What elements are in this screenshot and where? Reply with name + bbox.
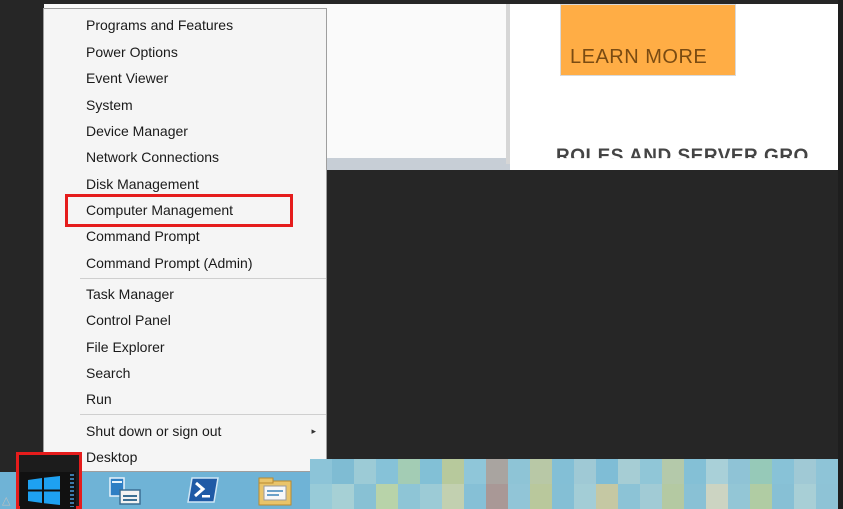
file-explorer-icon[interactable] (256, 472, 294, 509)
learn-more-tile[interactable]: LEARN MORE (560, 4, 736, 76)
menu-item-control-panel[interactable]: Control Panel (80, 307, 326, 333)
desktop: LEARN MORE ROLES AND SERVER GRO Programs… (0, 0, 843, 509)
submenu-arrow-icon: ▸ (311, 426, 316, 436)
obscured-taskbar-area (310, 459, 840, 509)
menu-gutter (44, 9, 79, 471)
menu-item-power-options[interactable]: Power Options (80, 39, 326, 65)
learn-more-label: LEARN MORE (570, 46, 708, 68)
menu-item-file-explorer[interactable]: File Explorer (80, 334, 326, 360)
windows-logo-icon[interactable] (27, 476, 61, 505)
menu-separator (80, 414, 326, 415)
menu-separator (80, 278, 326, 279)
menu-item-desktop[interactable]: Desktop (80, 444, 326, 470)
menu-item-task-manager[interactable]: Task Manager (80, 281, 326, 307)
menu-item-command-prompt-admin[interactable]: Command Prompt (Admin) (80, 250, 326, 276)
powershell-icon[interactable] (184, 472, 222, 509)
menu-item-label: Shut down or sign out (86, 423, 222, 439)
menu-item-device-manager[interactable]: Device Manager (80, 118, 326, 144)
menu-item-system[interactable]: System (80, 92, 326, 118)
menu-item-run[interactable]: Run (80, 386, 326, 412)
taskbar-grip (70, 474, 74, 507)
menu-item-search[interactable]: Search (80, 360, 326, 386)
menu-item-programs-and-features[interactable]: Programs and Features (80, 12, 326, 38)
menu-item-shut-down-or-sign-out[interactable]: Shut down or sign out ▸ (80, 418, 326, 444)
screen-right-edge (838, 0, 843, 509)
edge-marker-icon: △ (2, 495, 11, 507)
menu-item-network-connections[interactable]: Network Connections (80, 144, 326, 170)
pane-divider (506, 4, 510, 164)
highlight-annotation-computer-management (65, 194, 293, 227)
server-manager-icon[interactable] (106, 472, 144, 509)
winx-context-menu: Programs and Features Power Options Even… (43, 8, 327, 472)
menu-item-event-viewer[interactable]: Event Viewer (80, 65, 326, 91)
